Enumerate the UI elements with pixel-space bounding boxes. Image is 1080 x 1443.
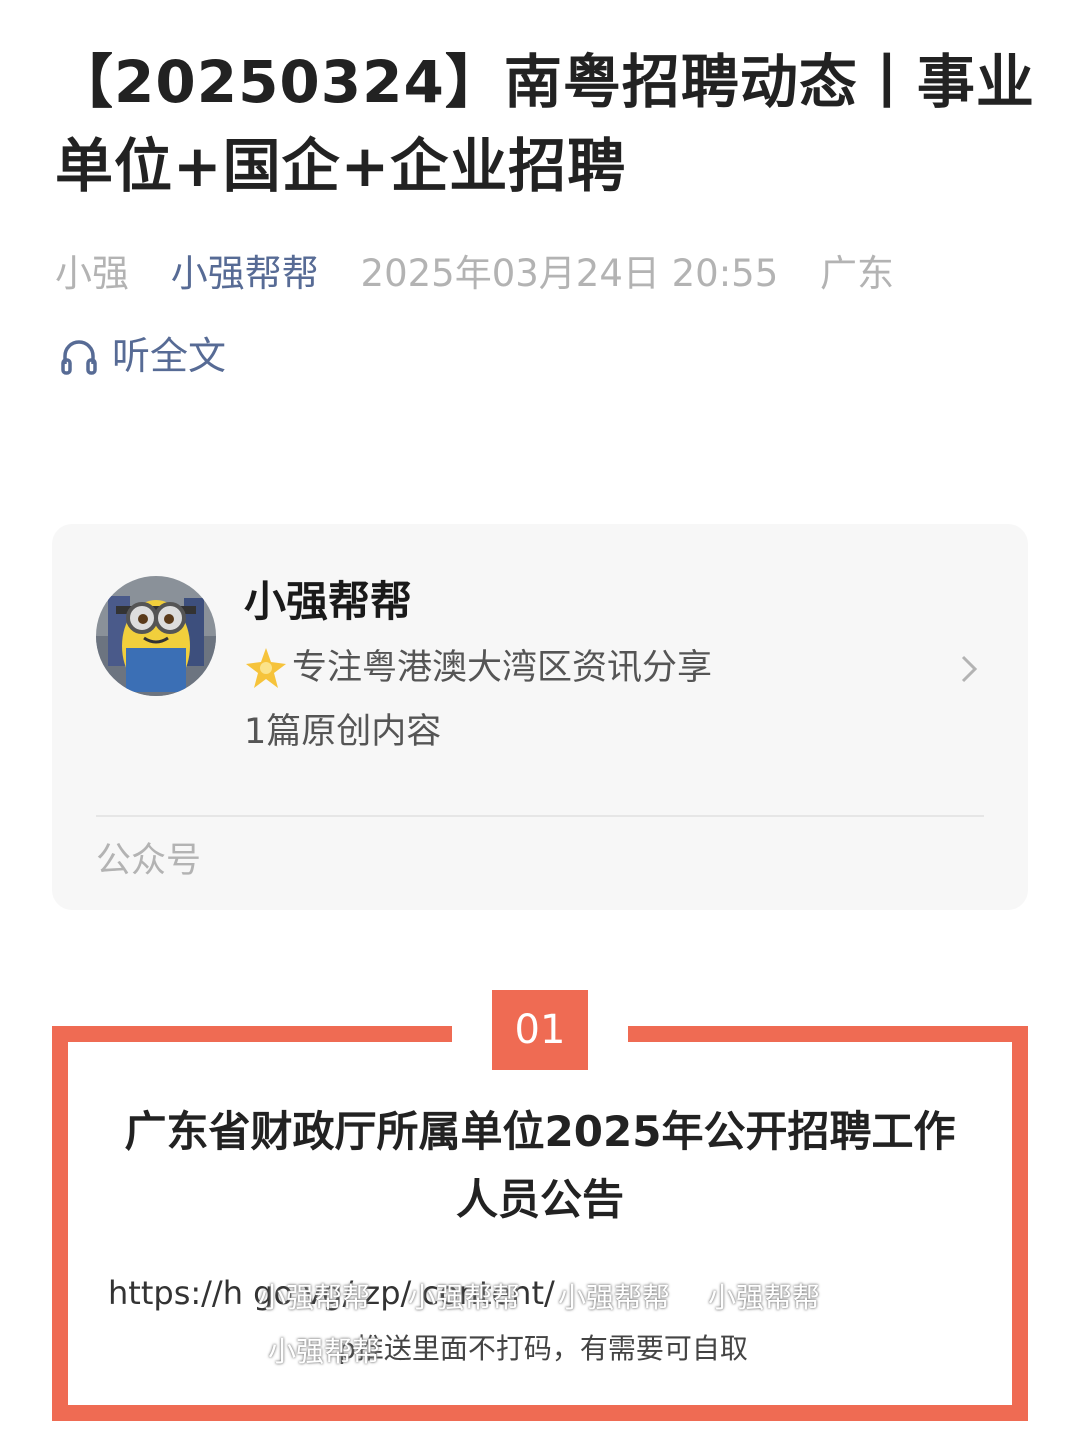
headphones-icon [61, 340, 97, 375]
article-meta: 小强 小强帮帮 2025年03月24日 20:55 广东 [55, 248, 924, 300]
account-description: 专注粤港澳大湾区资讯分享 [244, 642, 712, 694]
listen-label: 听全文 [112, 334, 227, 378]
account-type-label: 公众号 [96, 841, 202, 881]
watermark-text: 小强帮帮 [408, 1281, 521, 1314]
section-number-badge: 01 [492, 990, 588, 1070]
watermark-text: 小强帮帮 [708, 1281, 821, 1314]
sparkle-star-icon [246, 648, 286, 688]
watermark-text: 小强帮帮 [268, 1335, 381, 1368]
avatar [96, 576, 216, 696]
frame-top-left [52, 1026, 452, 1042]
watermark-text: 小强帮帮 [558, 1281, 671, 1314]
publish-location: 广东 [820, 252, 895, 295]
announcement-url[interactable]: https://h go vg/ zp/ content/ [108, 1270, 978, 1316]
publish-datetime: 2025年03月24日 20:55 [360, 252, 779, 295]
author-name: 小强 [55, 252, 129, 295]
watermark-text: 小强帮帮 [258, 1281, 371, 1314]
original-content-count: 1篇原创内容 [244, 712, 442, 752]
account-description-text: 专注粤港澳大湾区资讯分享 [292, 648, 713, 688]
listen-full-text-button[interactable]: 听全文 [60, 330, 226, 382]
section-title: 广东省财政厅所属单位2025年公开招聘工作人员公告 [124, 1107, 956, 1224]
account-name: 小强帮帮 [244, 577, 413, 626]
account-profile-card[interactable]: 小强帮帮 专注粤港澳大湾区资讯分享 1篇原创内容 公众号 [52, 524, 1028, 910]
account-link[interactable]: 小强帮帮 [171, 252, 319, 295]
announcement-note: p推送里面不打码，有需要可自取 [338, 1332, 748, 1365]
frame-top-right [628, 1026, 1028, 1042]
article-title: 【20250324】南粤招聘动态丨事业单位+国企+企业招聘 [55, 48, 1035, 200]
divider [96, 815, 984, 817]
chevron-right-icon [961, 655, 978, 683]
